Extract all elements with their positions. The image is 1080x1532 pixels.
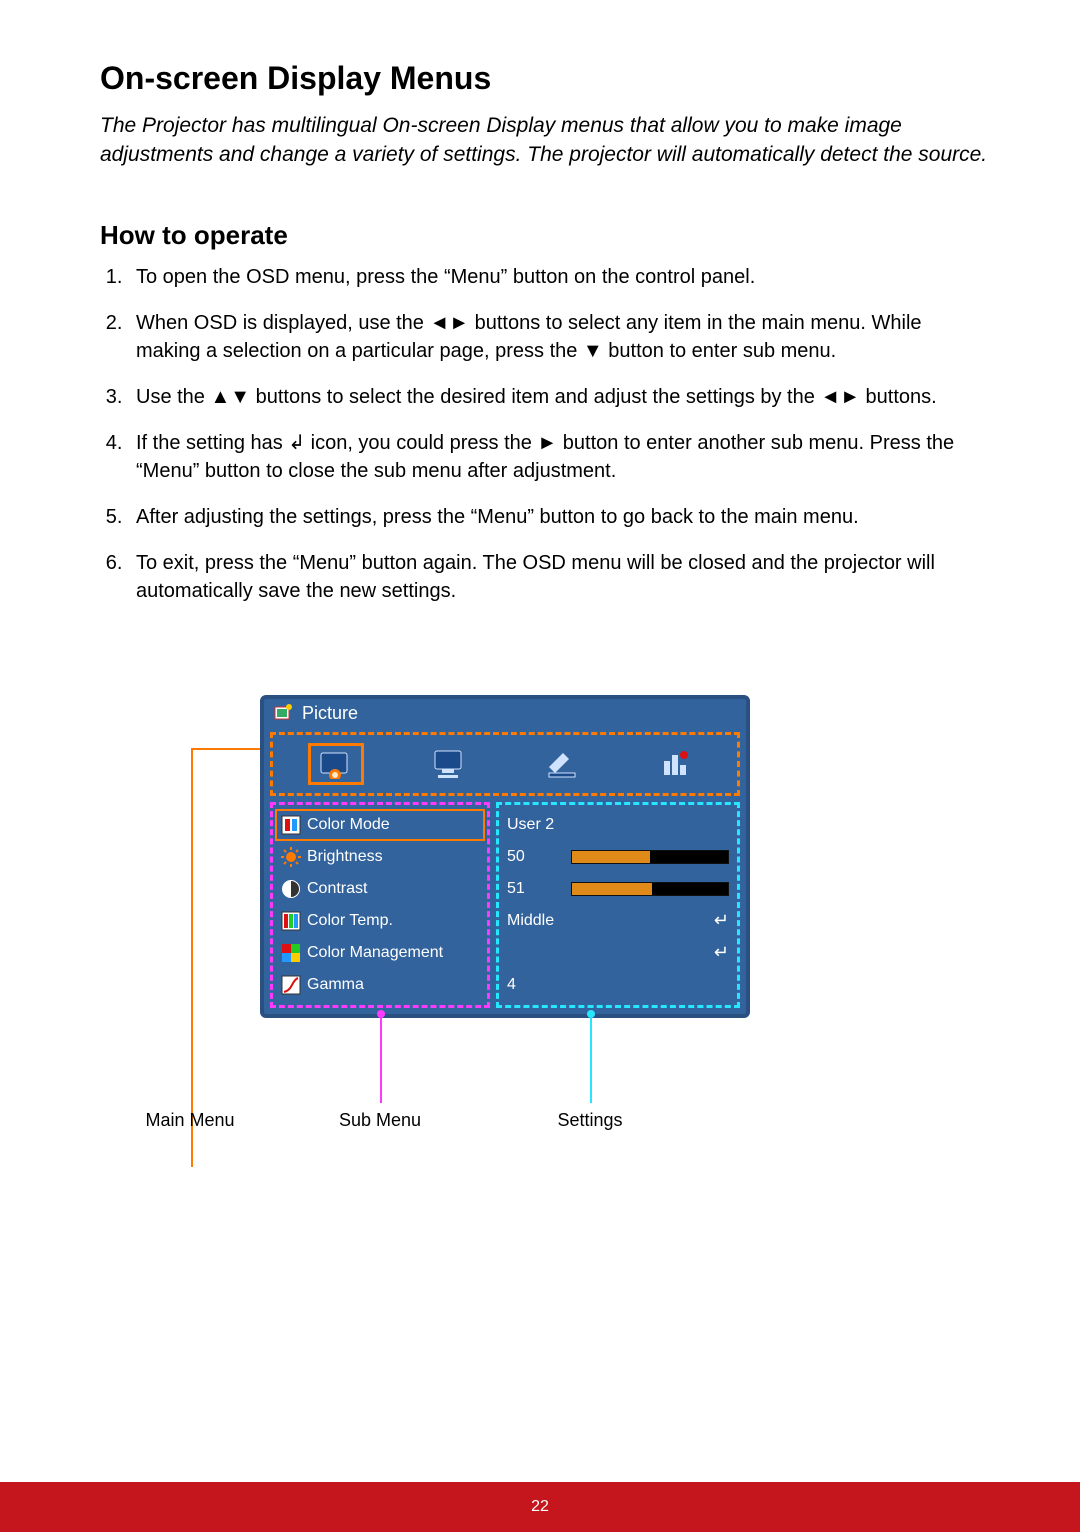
step-1: To open the OSD menu, press the “Menu” b… — [128, 263, 990, 291]
howto-heading: How to operate — [100, 220, 990, 251]
value-color-mode[interactable]: User 2 — [505, 809, 731, 841]
page-number: 22 — [531, 1498, 549, 1516]
sub-label: Color Temp. — [307, 912, 393, 930]
color-mgmt-icon — [281, 943, 301, 963]
sub-label: Contrast — [307, 880, 367, 898]
slider-contrast[interactable] — [571, 882, 729, 896]
step-3: Use the ▲▼ buttons to select the desired… — [128, 383, 990, 411]
slider-brightness[interactable] — [571, 850, 729, 864]
tab-picture[interactable] — [308, 743, 364, 785]
callout-label-settings: Settings — [520, 1110, 660, 1131]
enter-icon: ↵ — [714, 910, 729, 931]
sub-menu-panel[interactable]: Color Mode Brightness Contrast Color Tem… — [270, 802, 490, 1008]
settings-panel[interactable]: User 2 50 51 Middle ↵ — [496, 802, 740, 1008]
step-5: After adjusting the settings, press the … — [128, 503, 990, 531]
value-text: User 2 — [507, 816, 563, 834]
sub-label: Gamma — [307, 976, 364, 994]
callout-line-main — [190, 747, 270, 1167]
color-mode-icon — [281, 815, 301, 835]
intro-text: The Projector has multilingual On-screen… — [100, 111, 990, 170]
value-text: 50 — [507, 848, 563, 866]
step-6: To exit, press the “Menu” button again. … — [128, 549, 990, 605]
contrast-icon — [281, 879, 301, 899]
callout-line-sub — [380, 1013, 382, 1103]
page-footer: 22 — [0, 1482, 1080, 1532]
setting-tab-icon — [545, 749, 579, 779]
main-menu-tabs[interactable] — [270, 732, 740, 796]
callout-label-main: Main Menu — [120, 1110, 260, 1131]
sub-item-color-mode[interactable]: Color Mode — [275, 809, 485, 841]
value-color-mgmt[interactable]: ↵ — [505, 937, 731, 969]
osd-title-bar: Picture — [264, 699, 746, 728]
sub-item-brightness[interactable]: Brightness — [275, 841, 485, 873]
option-tab-icon — [658, 749, 692, 779]
color-temp-icon — [281, 911, 301, 931]
brightness-icon — [281, 847, 301, 867]
sub-item-contrast[interactable]: Contrast — [275, 873, 485, 905]
sub-item-gamma[interactable]: Gamma — [275, 969, 485, 1001]
callout-dot-settings — [587, 1010, 595, 1018]
value-gamma[interactable]: 4 — [505, 969, 731, 1001]
step-4: If the setting has ↲ icon, you could pre… — [128, 429, 990, 485]
sub-item-color-temp[interactable]: Color Temp. — [275, 905, 485, 937]
sub-label: Brightness — [307, 848, 383, 866]
value-contrast[interactable]: 51 — [505, 873, 731, 905]
osd-window: Picture C — [260, 695, 750, 1018]
step-2: When OSD is displayed, use the ◄► button… — [128, 309, 990, 365]
gamma-icon — [281, 975, 301, 995]
callout-line-settings — [590, 1013, 592, 1103]
callout-dot-sub — [377, 1010, 385, 1018]
page-title: On-screen Display Menus — [100, 60, 990, 97]
sub-item-color-mgmt[interactable]: Color Management — [275, 937, 485, 969]
value-brightness[interactable]: 50 — [505, 841, 731, 873]
enter-icon: ↵ — [714, 942, 729, 963]
tab-screen[interactable] — [421, 743, 477, 785]
value-text: 51 — [507, 880, 563, 898]
osd-title-text: Picture — [302, 703, 358, 724]
sub-label: Color Management — [307, 944, 443, 962]
tab-setting[interactable] — [534, 743, 590, 785]
sub-label: Color Mode — [307, 816, 390, 834]
tab-option[interactable] — [647, 743, 703, 785]
value-text: 4 — [507, 976, 563, 994]
picture-tab-icon — [319, 749, 353, 779]
howto-steps: To open the OSD menu, press the “Menu” b… — [100, 263, 990, 605]
value-text: Middle — [507, 912, 563, 930]
callout-label-sub: Sub Menu — [310, 1110, 450, 1131]
picture-title-icon — [274, 704, 294, 722]
value-color-temp[interactable]: Middle ↵ — [505, 905, 731, 937]
screen-tab-icon — [432, 749, 466, 779]
